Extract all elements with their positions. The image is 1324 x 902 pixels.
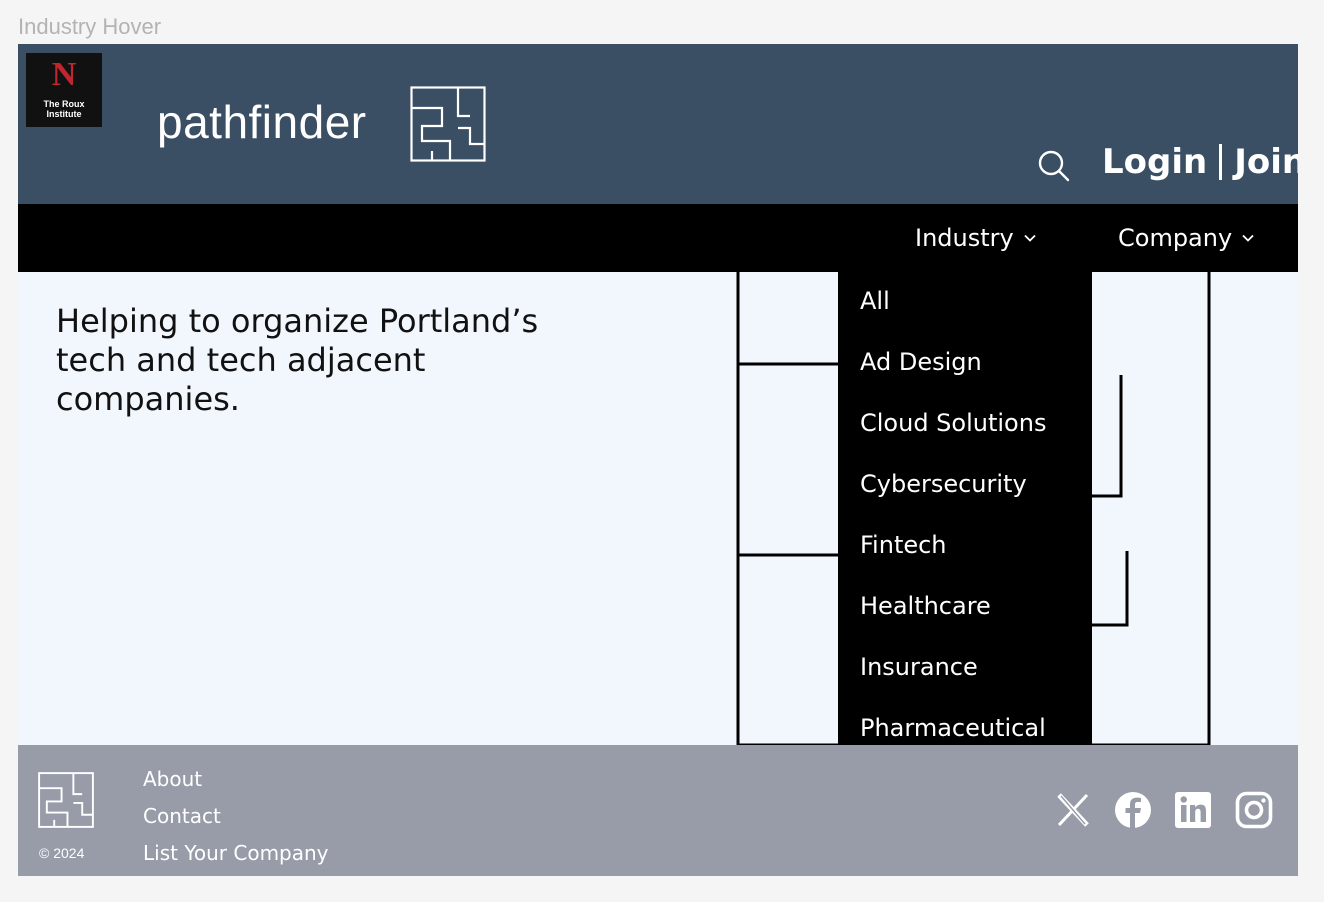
auth-links: Login Join [1102, 142, 1298, 182]
industry-option-all[interactable]: All [860, 287, 890, 315]
industry-option-fintech[interactable]: Fintech [860, 531, 947, 559]
hero-tagline: Helping to organize Portland’s tech and … [56, 302, 539, 418]
footer-link-about[interactable]: About [143, 767, 202, 791]
nav-company-label: Company [1118, 224, 1233, 252]
copyright-text: © 2024 [39, 845, 85, 861]
join-link[interactable]: Join [1234, 142, 1298, 182]
footer-link-contact[interactable]: Contact [143, 804, 221, 828]
linkedin-icon[interactable] [1174, 791, 1212, 829]
site-footer: © 2024 About Contact List Your Company [18, 745, 1298, 876]
roux-logo-name-line2: Institute [46, 109, 82, 119]
instagram-icon[interactable] [1235, 791, 1273, 829]
industry-option-cloud-solutions[interactable]: Cloud Solutions [860, 409, 1046, 437]
main-nav: Industry Company [18, 204, 1298, 272]
x-icon[interactable] [1054, 791, 1092, 829]
chevron-down-icon [1242, 234, 1254, 242]
login-link[interactable]: Login [1102, 142, 1207, 182]
industry-option-ad-design[interactable]: Ad Design [860, 348, 982, 376]
nav-industry-label: Industry [915, 224, 1014, 252]
industry-option-healthcare[interactable]: Healthcare [860, 592, 991, 620]
footer-link-list-your-company[interactable]: List Your Company [143, 841, 329, 865]
roux-logo-name-line1: The Roux [43, 99, 85, 109]
chevron-down-icon [1024, 234, 1036, 242]
roux-logo-letter: N [51, 56, 77, 93]
frame-label: Industry Hover [18, 14, 162, 39]
site-header: N The Roux Institute pathfinder Login Jo [18, 44, 1298, 204]
pathfinder-maze-logo-icon[interactable] [38, 772, 94, 828]
facebook-icon[interactable] [1114, 791, 1152, 829]
brand-name[interactable]: pathfinder [157, 94, 367, 150]
auth-divider [1219, 144, 1223, 180]
roux-logo-name: The Roux Institute [26, 99, 102, 119]
pathfinder-maze-logo-icon[interactable] [410, 86, 486, 162]
industry-option-pharmaceutical[interactable]: Pharmaceutical [860, 714, 1046, 742]
search-icon[interactable] [1036, 148, 1072, 184]
roux-institute-logo[interactable]: N The Roux Institute [26, 53, 102, 127]
page-frame: N The Roux Institute pathfinder Login Jo [18, 44, 1298, 876]
industry-dropdown: All Ad Design Cloud Solutions Cybersecur… [838, 272, 1092, 745]
nav-industry-menu[interactable]: Industry [915, 224, 1036, 252]
nav-company-menu[interactable]: Company [1118, 224, 1254, 252]
industry-option-cybersecurity[interactable]: Cybersecurity [860, 470, 1027, 498]
industry-option-insurance[interactable]: Insurance [860, 653, 978, 681]
